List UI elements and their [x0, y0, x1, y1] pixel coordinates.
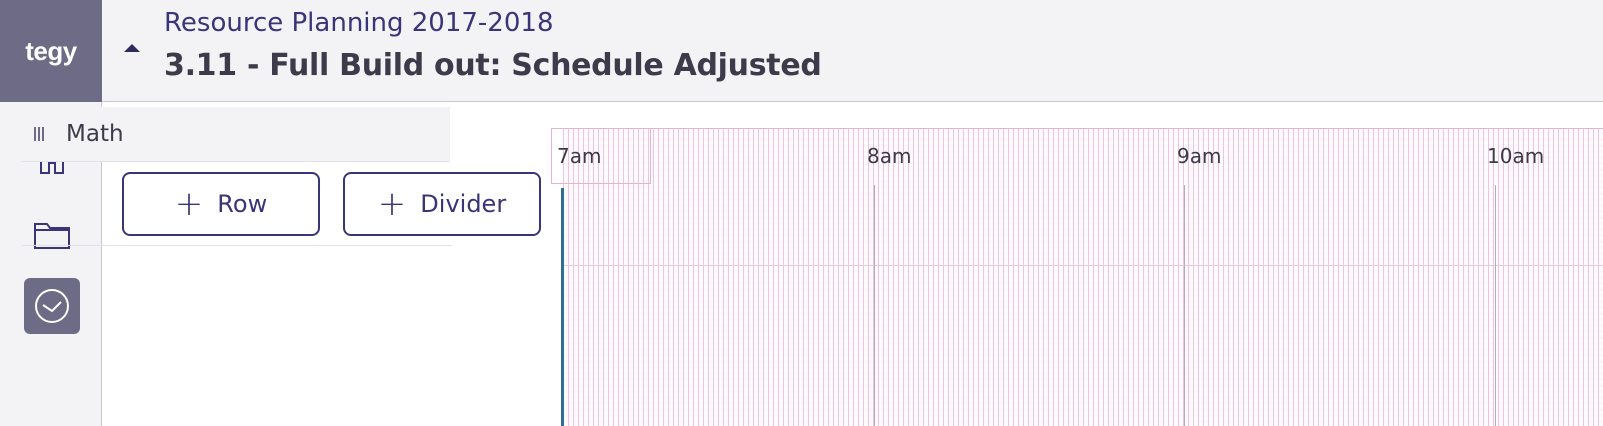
nav-schedule[interactable] [24, 278, 80, 334]
add-row-button[interactable]: + Row [122, 172, 320, 236]
timeline-grid[interactable] [563, 128, 1603, 426]
nav-folder[interactable] [24, 206, 80, 262]
divider-line [22, 245, 452, 246]
app-logo[interactable]: tegy [0, 0, 102, 102]
folder-icon [34, 223, 70, 249]
drag-handle-icon[interactable] [34, 127, 46, 141]
hour-gridline [1495, 185, 1496, 426]
hour-label-8am: 8am [867, 144, 912, 168]
hour-label-7am: 7am [557, 144, 602, 168]
row-header[interactable]: Math [22, 107, 450, 162]
hour-gridline [1184, 185, 1185, 426]
hour-label-10am: 10am [1487, 144, 1545, 168]
add-divider-label: Divider [420, 190, 507, 218]
plus-icon: + [174, 184, 204, 224]
caret-up-icon[interactable] [124, 44, 140, 52]
header-bar: Resource Planning 2017-2018 3.11 - Full … [102, 0, 1603, 102]
timeline-start-marker [561, 188, 564, 426]
clock-icon [35, 289, 69, 323]
add-row-label: Row [217, 190, 268, 218]
row-label: Math [66, 121, 124, 147]
hour-label-9am: 9am [1177, 144, 1222, 168]
scenario-title[interactable]: 3.11 - Full Build out: Schedule Adjusted [164, 48, 822, 83]
timeline-row-line [563, 265, 1603, 266]
logo-text: tegy [25, 35, 77, 66]
hour-gridline [874, 185, 875, 426]
project-title[interactable]: Resource Planning 2017-2018 [164, 8, 553, 38]
add-divider-button[interactable]: + Divider [343, 172, 541, 236]
plus-icon: + [377, 184, 407, 224]
